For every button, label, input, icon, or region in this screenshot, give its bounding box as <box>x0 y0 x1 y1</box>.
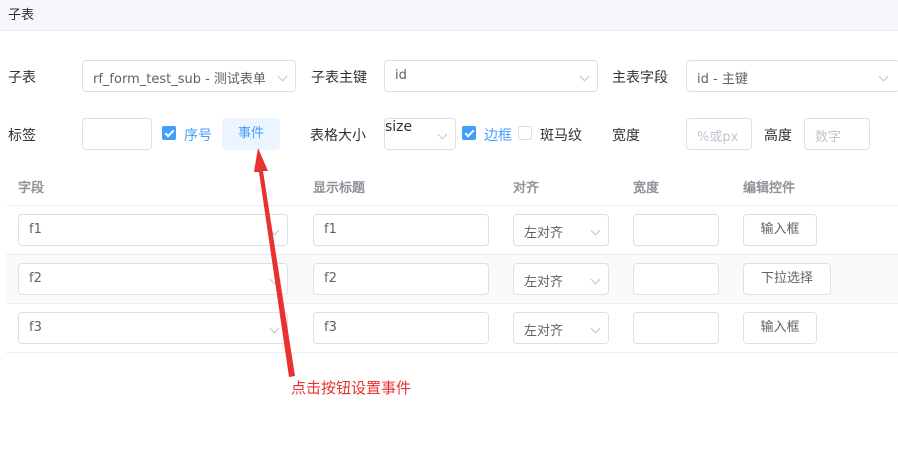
annotation-arrow-shape <box>254 148 295 377</box>
annotation-text: 点击按钮设置事件 <box>291 379 412 397</box>
annotation-arrow <box>254 148 295 377</box>
